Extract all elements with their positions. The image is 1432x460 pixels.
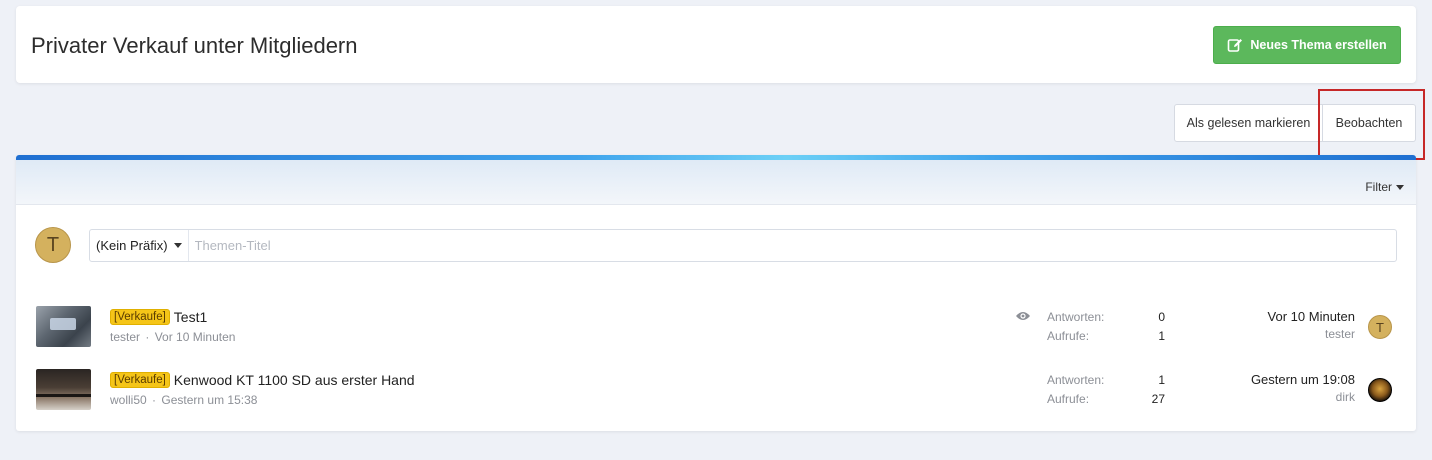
page-header: Privater Verkauf unter Mitgliedern Neues…	[16, 6, 1416, 83]
eye-icon	[1016, 312, 1030, 320]
latest-post-time[interactable]: Gestern um 19:08	[1251, 372, 1355, 387]
thread-author[interactable]: tester	[110, 330, 140, 344]
thread-title-input[interactable]	[188, 230, 1396, 261]
thread-latest: Vor 10 Minuten tester	[1268, 309, 1355, 341]
latest-post-time[interactable]: Vor 10 Minuten	[1268, 309, 1355, 324]
watch-forum-button[interactable]: Beobachten	[1323, 104, 1416, 142]
views-label: Aufrufe:	[1047, 329, 1090, 343]
views-label: Aufrufe:	[1047, 392, 1090, 406]
new-thread-label: Neues Thema erstellen	[1250, 38, 1387, 52]
views-count: 27	[1151, 392, 1165, 406]
replies-count: 0	[1158, 310, 1165, 324]
thread-title-line: [Verkaufe] Kenwood KT 1100 SD aus erster…	[110, 372, 415, 388]
thread-title-link[interactable]: Test1	[174, 309, 207, 325]
latest-post-user[interactable]: dirk	[1251, 390, 1355, 404]
filter-dropdown[interactable]: Filter	[1365, 180, 1404, 194]
thread-start-date[interactable]: Gestern um 15:38	[161, 393, 257, 407]
filter-label: Filter	[1365, 180, 1392, 194]
thread-latest: Gestern um 19:08 dirk	[1251, 372, 1355, 404]
thread-start-date[interactable]: Vor 10 Minuten	[155, 330, 236, 344]
quick-thread-input-group: (Kein Präfix)	[89, 229, 1397, 262]
latest-post-user[interactable]: tester	[1268, 327, 1355, 341]
page-title: Privater Verkauf unter Mitgliedern	[31, 33, 358, 58]
thread-title-line: [Verkaufe] Test1	[110, 309, 207, 325]
thread-stats: Antworten: 1 Aufrufe: 27	[1047, 373, 1165, 411]
thread-title-link[interactable]: Kenwood KT 1100 SD aus erster Hand	[174, 372, 415, 388]
replies-label: Antworten:	[1047, 310, 1105, 324]
new-thread-button[interactable]: Neues Thema erstellen	[1213, 26, 1401, 64]
replies-label: Antworten:	[1047, 373, 1105, 387]
thread-author[interactable]: wolli50	[110, 393, 147, 407]
thread-thumbnail[interactable]	[36, 369, 91, 410]
views-count: 1	[1158, 329, 1165, 343]
meta-separator: ·	[152, 393, 157, 407]
avatar[interactable]	[1368, 378, 1392, 402]
thread-thumbnail[interactable]	[36, 306, 91, 347]
filter-bar: Filter	[16, 160, 1416, 205]
caret-down-icon	[173, 243, 182, 248]
thread-row: [Verkaufe] Kenwood KT 1100 SD aus erster…	[16, 368, 1416, 426]
thread-prefix-badge[interactable]: [Verkaufe]	[110, 309, 170, 325]
thread-prefix-badge[interactable]: [Verkaufe]	[110, 372, 170, 388]
thread-meta: wolli50 · Gestern um 15:38	[110, 393, 257, 407]
quick-thread-form: T (Kein Präfix)	[16, 205, 1416, 290]
thread-row: [Verkaufe] Test1 tester · Vor 10 Minuten…	[16, 305, 1416, 363]
thread-meta: tester · Vor 10 Minuten	[110, 330, 235, 344]
prefix-select-value: (Kein Präfix)	[96, 238, 168, 253]
caret-down-icon	[1396, 184, 1404, 190]
meta-separator: ·	[145, 330, 150, 344]
avatar[interactable]: T	[1368, 315, 1392, 339]
prefix-select[interactable]: (Kein Präfix)	[90, 230, 189, 261]
thumbnail-logo	[50, 318, 76, 330]
replies-count: 1	[1158, 373, 1165, 387]
thumbnail-shelf	[36, 394, 91, 397]
edit-icon	[1228, 39, 1243, 52]
thread-list-card: Filter T (Kein Präfix) [Verkaufe] Test1 …	[16, 155, 1416, 431]
mark-read-button[interactable]: Als gelesen markieren	[1174, 104, 1323, 142]
thread-stats: Antworten: 0 Aufrufe: 1	[1047, 310, 1165, 348]
avatar[interactable]: T	[35, 227, 71, 263]
